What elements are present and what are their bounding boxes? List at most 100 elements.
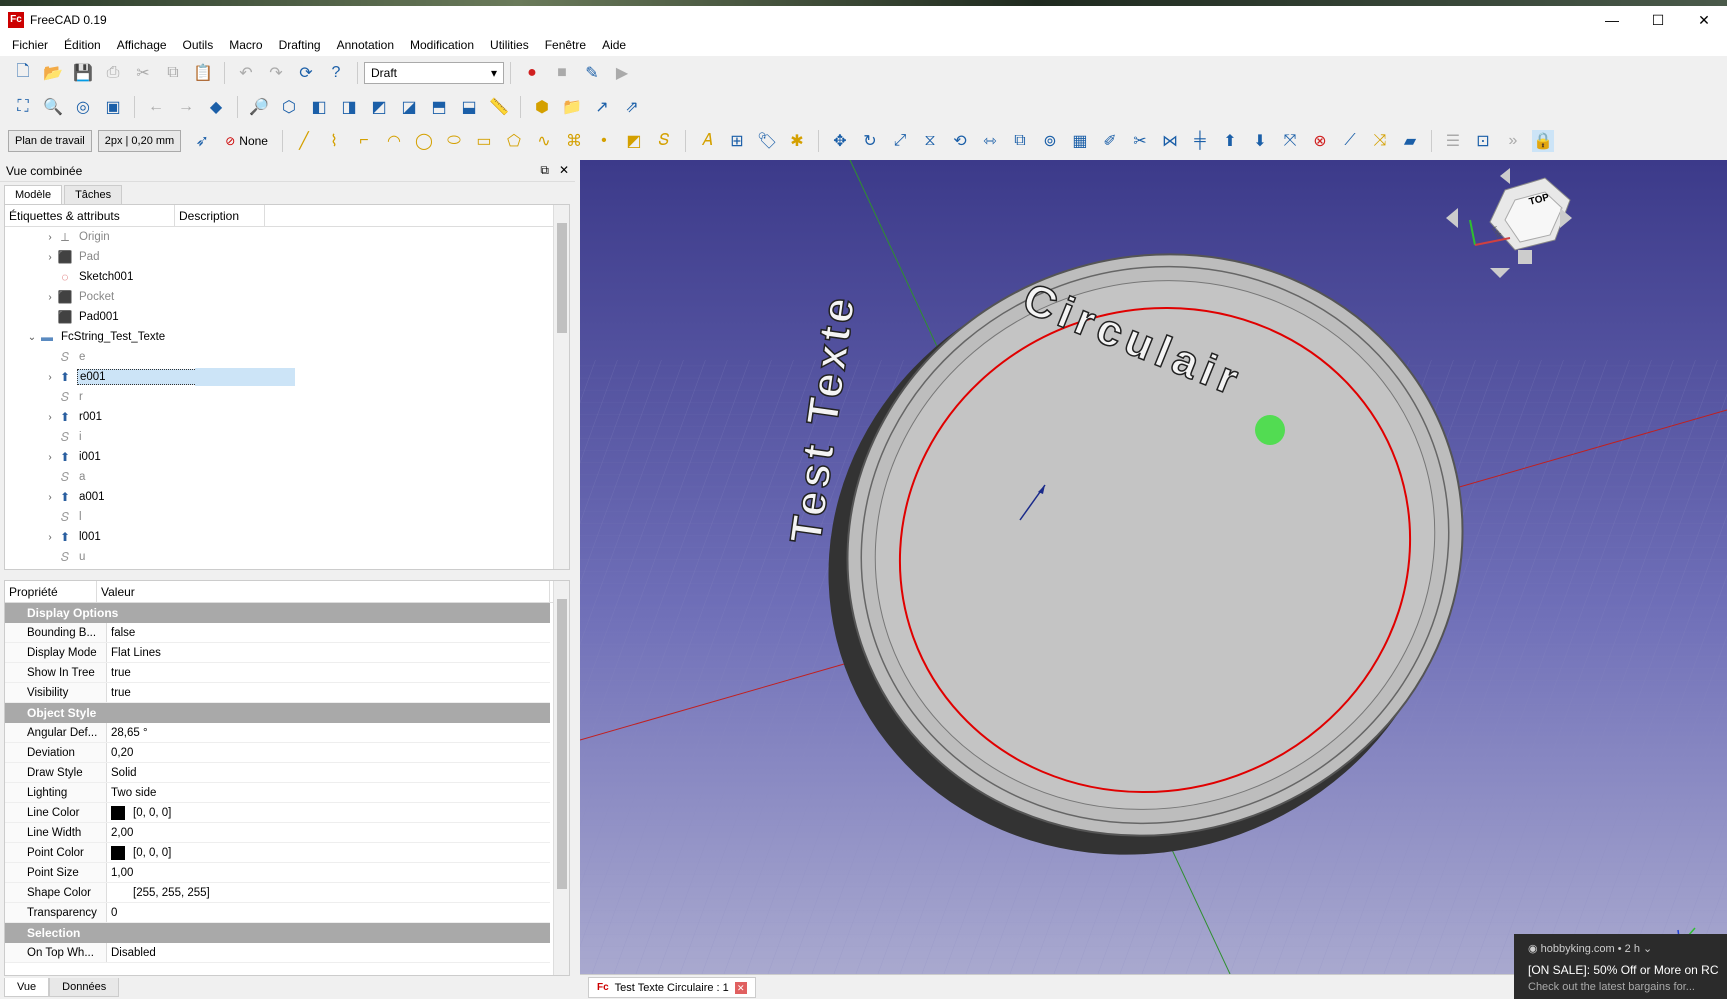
upgrade-icon[interactable]: ⬆ (1219, 130, 1241, 152)
property-value[interactable]: false (107, 623, 135, 642)
chevron-right-icon[interactable]: › (43, 492, 57, 503)
property-value[interactable]: true (107, 663, 131, 682)
document-tab[interactable]: Fc Test Texte Circulaire : 1 ✕ (588, 977, 756, 998)
tree-item[interactable]: › ⬆ r001 (5, 407, 569, 427)
menu-drafting[interactable]: Drafting (271, 38, 329, 52)
wire-icon[interactable]: ⌇ (323, 130, 345, 152)
close-panel-icon[interactable]: ✕ (559, 163, 569, 178)
paste-icon[interactable]: 📋 (192, 62, 214, 84)
chevron-right-icon[interactable]: › (43, 452, 57, 463)
navcube-rotate-left-icon[interactable] (1446, 208, 1458, 228)
layer-icon[interactable]: ☰ (1442, 130, 1464, 152)
tree-item[interactable]: › ⬆ l001 (5, 527, 569, 547)
property-value[interactable]: 1,00 (107, 863, 133, 882)
chevron-right-icon[interactable]: › (43, 292, 57, 303)
property-value[interactable]: 2,00 (107, 823, 133, 842)
refresh-icon[interactable]: ⟳ (295, 62, 317, 84)
save-icon[interactable]: 💾 (72, 62, 94, 84)
workbench-selector[interactable]: Draft ▾ (364, 62, 504, 84)
arc-icon[interactable]: ◠ (383, 130, 405, 152)
property-row[interactable]: Shape Color [255, 255, 255] (5, 883, 550, 903)
front-view-icon[interactable]: ◧ (308, 96, 330, 118)
tree-item[interactable]: 𝑆e (5, 347, 569, 367)
color-swatch[interactable] (111, 805, 125, 820)
rotate-icon[interactable]: ↻ (859, 130, 881, 152)
split-icon[interactable]: ╪ (1189, 130, 1211, 152)
property-value[interactable]: 0 (107, 903, 117, 922)
property-scroll-thumb[interactable] (557, 599, 567, 889)
open-icon[interactable]: 📂 (42, 62, 64, 84)
tree-scrollbar[interactable] (553, 205, 569, 569)
property-row[interactable]: Lighting Two side (5, 783, 550, 803)
close-button[interactable]: ✕ (1681, 6, 1727, 34)
property-row[interactable]: Display Mode Flat Lines (5, 643, 550, 663)
zoom-icon[interactable]: 🔎 (248, 96, 270, 118)
tree-item[interactable]: › ⟂ Origin (5, 227, 569, 247)
fit-all-icon[interactable]: ⛶ (12, 96, 34, 118)
fillet-icon[interactable]: ⌐ (353, 130, 375, 152)
downgrade-icon[interactable]: ⬇ (1249, 130, 1271, 152)
property-row[interactable]: Visibility true (5, 683, 550, 703)
mirror-icon[interactable]: ⧖ (919, 130, 941, 152)
chevron-right-icon[interactable]: › (43, 372, 57, 383)
construction-mode-icon[interactable]: ⊡ (1472, 130, 1494, 152)
group-icon[interactable]: 📁 (561, 96, 583, 118)
redo-icon[interactable]: ↷ (265, 62, 287, 84)
property-value[interactable]: Two side (107, 783, 156, 802)
draft-to-sketch-icon[interactable]: ⊗ (1309, 130, 1331, 152)
tab-donnees[interactable]: Données (49, 978, 120, 997)
menu-annotation[interactable]: Annotation (329, 38, 402, 52)
property-value[interactable]: true (107, 683, 131, 702)
bounding-box-icon[interactable]: ▣ (102, 96, 124, 118)
tree-item[interactable]: › ⬛ Pad (5, 247, 569, 267)
notification-toast[interactable]: ◉ hobbyking.com • 2 h ⌄ [ON SALE]: 50% O… (1514, 934, 1727, 999)
tree-header-description[interactable]: Description (175, 205, 265, 226)
menu-macro[interactable]: Macro (221, 38, 270, 52)
draw-style-icon[interactable]: ◎ (72, 96, 94, 118)
tree-item[interactable]: ◌ Sketch001 (5, 267, 569, 287)
property-value[interactable]: Solid (107, 763, 137, 782)
facebinder-icon[interactable]: ◩ (623, 130, 645, 152)
tree-item[interactable]: 𝑆r (5, 387, 569, 407)
color-swatch[interactable] (111, 845, 125, 860)
property-value[interactable]: 28,65 ° (107, 723, 148, 742)
property-row[interactable]: Line Width 2,00 (5, 823, 550, 843)
stop-macro-icon[interactable]: ■ (551, 62, 573, 84)
menu-fichier[interactable]: Fichier (4, 38, 56, 52)
property-row[interactable]: Line Color [0, 0, 0] (5, 803, 550, 823)
print-icon[interactable]: ⎙ (102, 62, 124, 84)
join-icon[interactable]: ⋈ (1159, 130, 1181, 152)
property-value[interactable]: [0, 0, 0] (107, 803, 171, 822)
link-icon[interactable]: ↗ (591, 96, 613, 118)
menu-aide[interactable]: Aide (594, 38, 634, 52)
circle-icon[interactable]: ◯ (413, 130, 435, 152)
navcube-rotate-up-icon[interactable] (1500, 168, 1510, 184)
property-row[interactable]: Show In Tree true (5, 663, 550, 683)
measure-icon[interactable]: 📏 (488, 96, 510, 118)
fit-selection-icon[interactable]: 🔍 (42, 96, 64, 118)
shape-2d-view-icon[interactable]: ▰ (1399, 130, 1421, 152)
cut-icon[interactable]: ✂ (132, 62, 154, 84)
chevron-right-icon[interactable]: › (43, 412, 57, 423)
close-tab-icon[interactable]: ✕ (734, 981, 747, 994)
property-value[interactable]: [0, 0, 0] (107, 843, 171, 862)
undock-icon[interactable]: ⧉ (540, 163, 549, 178)
property-group[interactable]: Display Options (5, 603, 550, 623)
bspline-icon[interactable]: ∿ (533, 130, 555, 152)
menu-outils[interactable]: Outils (175, 38, 222, 52)
property-row[interactable]: On Top Wh... Disabled (5, 943, 550, 963)
rear-view-icon[interactable]: ◪ (398, 96, 420, 118)
menu-utilities[interactable]: Utilities (482, 38, 537, 52)
tree-item[interactable]: ⬛ Pad001 (5, 307, 569, 327)
chevron-right-icon[interactable]: › (43, 232, 57, 243)
tree-item[interactable]: 𝑆i (5, 427, 569, 447)
tree-item[interactable]: 𝑆a (5, 467, 569, 487)
part-icon[interactable]: ⬢ (531, 96, 553, 118)
link-actions-icon[interactable]: ⇗ (621, 96, 643, 118)
maximize-button[interactable]: ☐ (1635, 6, 1681, 34)
top-view-icon[interactable]: ◨ (338, 96, 360, 118)
array-icon[interactable]: ⊚ (1039, 130, 1061, 152)
navcube-rotate-down-icon[interactable] (1490, 268, 1510, 278)
flip-dimension-icon[interactable]: ⤨ (1369, 130, 1391, 152)
stretch-icon[interactable]: ⇿ (979, 130, 1001, 152)
